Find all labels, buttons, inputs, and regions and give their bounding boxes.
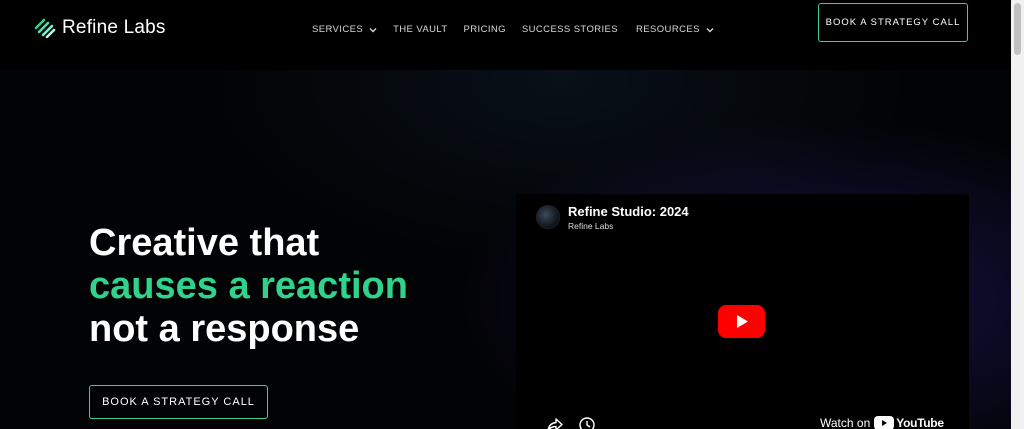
- header-book-call-button[interactable]: BOOK A STRATEGY CALL: [818, 3, 968, 42]
- hero-book-call-button[interactable]: BOOK A STRATEGY CALL: [89, 385, 268, 419]
- page-scrollbar[interactable]: [1011, 0, 1024, 429]
- video-title[interactable]: Refine Studio: 2024: [568, 204, 689, 219]
- hero-line-1: Creative that: [89, 222, 320, 264]
- chevron-down-icon: [369, 27, 377, 32]
- youtube-logo: YouTube: [874, 416, 944, 429]
- play-icon[interactable]: [718, 305, 765, 338]
- nav-item-resources[interactable]: RESOURCES: [636, 24, 714, 35]
- watch-on-youtube-link[interactable]: Watch on YouTube: [820, 416, 944, 429]
- nav-item-pricing[interactable]: PRICING: [464, 24, 506, 35]
- stripes-logo-icon: [34, 18, 56, 38]
- chevron-down-icon: [706, 27, 714, 32]
- watch-on-label: Watch on: [820, 416, 871, 429]
- scrollbar-thumb[interactable]: [1014, 3, 1021, 55]
- watch-later-icon[interactable]: [578, 416, 596, 429]
- site-header: Refine Labs SERVICES THE VAULT PRICING S…: [0, 0, 1011, 70]
- brand-name: Refine Labs: [62, 17, 166, 38]
- video-embed[interactable]: Refine Studio: 2024 Refine Labs Watch on: [516, 194, 969, 429]
- hero-line-2-accent: causes a reaction: [89, 265, 408, 307]
- nav-item-success-stories[interactable]: SUCCESS STORIES: [522, 24, 618, 35]
- nav-label: SUCCESS STORIES: [521, 24, 619, 35]
- main-nav: SERVICES THE VAULT PRICING SUCCESS STORI…: [312, 24, 730, 35]
- video-controls: [546, 416, 610, 429]
- channel-avatar[interactable]: [536, 205, 560, 229]
- video-header: Refine Studio: 2024 Refine Labs: [536, 204, 689, 231]
- hero-headline: Creative that causes a reaction not a re…: [89, 222, 408, 351]
- nav-label: THE VAULT: [393, 24, 448, 35]
- nav-label: SERVICES: [312, 24, 364, 35]
- nav-label: PRICING: [463, 24, 506, 35]
- video-channel-name[interactable]: Refine Labs: [568, 221, 689, 231]
- nav-label: RESOURCES: [636, 24, 700, 35]
- nav-item-services[interactable]: SERVICES: [312, 24, 377, 35]
- logo[interactable]: Refine Labs: [34, 17, 166, 39]
- page: Refine Labs SERVICES THE VAULT PRICING S…: [0, 0, 1011, 429]
- nav-item-the-vault[interactable]: THE VAULT: [393, 24, 447, 35]
- share-icon[interactable]: [546, 416, 564, 429]
- hero-line-3: not a response: [89, 308, 360, 350]
- youtube-wordmark: YouTube: [896, 416, 944, 429]
- youtube-icon: [874, 416, 895, 429]
